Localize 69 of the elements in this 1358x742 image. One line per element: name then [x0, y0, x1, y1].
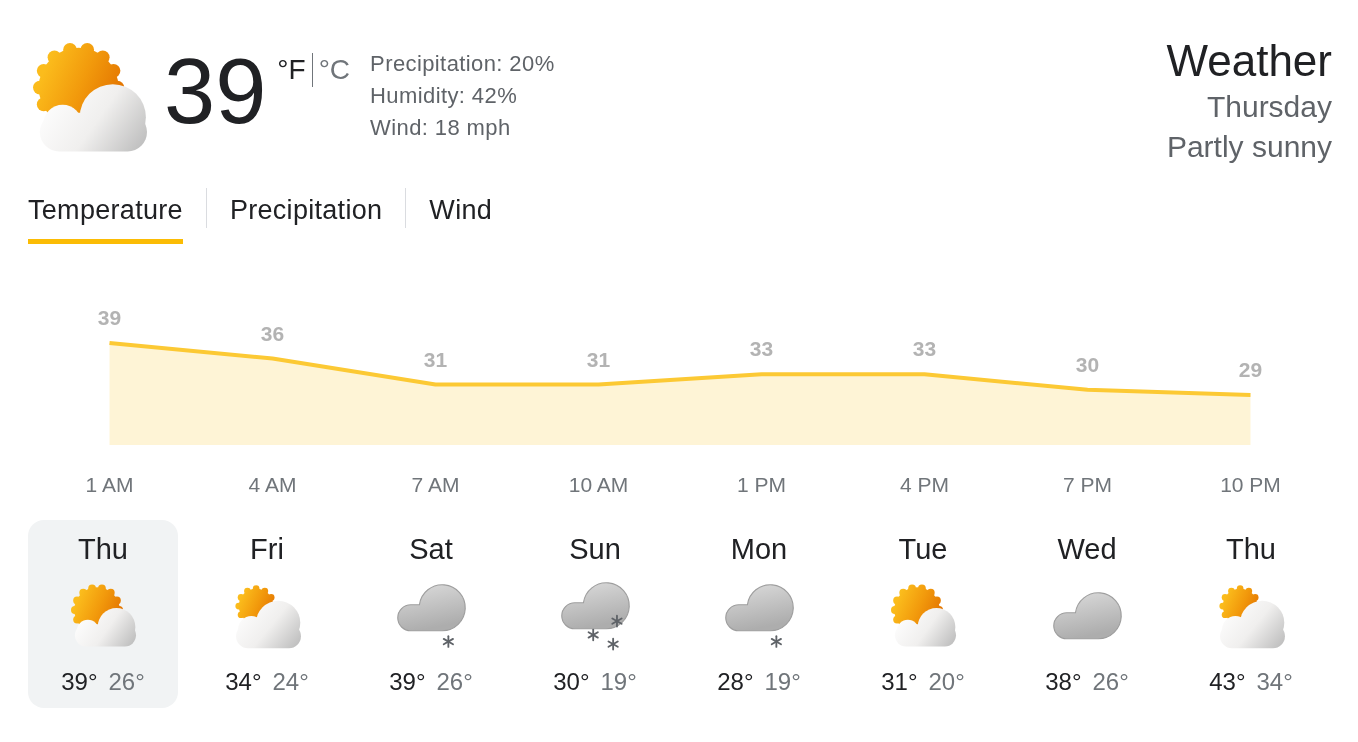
day-name: Tue — [898, 532, 948, 566]
low-temperature: 19° — [600, 668, 637, 696]
data-label: 31 — [586, 347, 611, 371]
data-label: 36 — [260, 321, 285, 345]
day-card[interactable]: Sun 30° 19° — [520, 520, 670, 708]
day-card[interactable]: Sat 39° 26° — [356, 520, 506, 708]
day-card[interactable]: Thu 39° 26° — [28, 520, 178, 708]
data-label: 31 — [423, 347, 448, 371]
sun-cloud-icon — [1217, 583, 1285, 649]
day-name: Wed — [1057, 532, 1117, 566]
axis-label: 4 AM — [248, 472, 297, 496]
sun-cloud-icon — [33, 42, 147, 153]
day-card[interactable]: Thu 43° 34° — [1176, 520, 1326, 708]
low-temperature: 24° — [272, 668, 309, 696]
data-label: 29 — [1238, 358, 1263, 381]
high-temperature: 34° — [225, 668, 262, 696]
axis-label: 1 PM — [737, 472, 786, 496]
sun-cloud-icon — [890, 584, 956, 648]
snow-cloud-icon — [724, 584, 794, 648]
weather-detail: Wind: 18 mph — [370, 114, 511, 142]
day-name: Thu — [1226, 532, 1276, 566]
condition-label: Partly sunny — [1166, 129, 1332, 165]
sun-cloud-icon — [70, 584, 136, 648]
cloud-icon — [1052, 592, 1122, 640]
day-name: Fri — [250, 532, 284, 566]
day-name: Sun — [569, 532, 621, 566]
axis-label: 10 AM — [568, 472, 629, 496]
high-temperature: 43° — [1209, 668, 1246, 696]
day-name: Thu — [78, 532, 128, 566]
weather-detail: Humidity: 42% — [370, 82, 518, 110]
unit-link[interactable]: °C — [318, 56, 351, 84]
chart-tab[interactable]: Precipitation — [229, 192, 383, 244]
high-temperature: 39° — [61, 668, 98, 696]
low-temperature: 20° — [928, 668, 965, 696]
data-label: 30 — [1075, 352, 1100, 376]
low-temperature: 34° — [1256, 668, 1293, 696]
low-temperature: 26° — [1092, 668, 1129, 696]
high-temperature: 31° — [881, 668, 918, 696]
data-label: 39 — [97, 306, 122, 329]
high-temperature: 28° — [717, 668, 754, 696]
day-card[interactable]: Tue 31° 20° — [848, 520, 998, 708]
axis-label: 1 AM — [85, 472, 134, 496]
day-name: Mon — [730, 532, 788, 566]
widget-title: Weather — [1166, 39, 1332, 83]
snow-cloud-icon — [560, 581, 630, 651]
axis-label: 4 PM — [900, 472, 949, 496]
axis-label: 7 PM — [1063, 472, 1112, 496]
day-card[interactable]: Wed 38° 26° — [1012, 520, 1162, 708]
axis-label: 10 PM — [1220, 472, 1281, 496]
sun-cloud-icon — [233, 583, 301, 649]
data-label: 33 — [749, 337, 774, 361]
axis-label: 7 AM — [411, 472, 460, 496]
high-temperature: 39° — [389, 668, 426, 696]
current-temperature: 39 — [164, 45, 267, 137]
unit-link[interactable]: °F — [277, 56, 306, 84]
low-temperature: 19° — [764, 668, 801, 696]
low-temperature: 26° — [108, 668, 145, 696]
high-temperature: 30° — [553, 668, 590, 696]
data-label: 33 — [912, 337, 937, 361]
low-temperature: 26° — [436, 668, 473, 696]
chart-tab[interactable]: Temperature — [28, 192, 183, 244]
chart-tab[interactable]: Wind — [429, 192, 493, 244]
day-name: Sat — [409, 532, 453, 566]
day-card[interactable]: Mon 28° 19° — [684, 520, 834, 708]
snow-cloud-icon — [396, 584, 466, 648]
weather-detail: Precipitation: 20% — [370, 50, 555, 78]
high-temperature: 38° — [1045, 668, 1082, 696]
day-label: Thursday — [1206, 89, 1332, 125]
day-card[interactable]: Fri 34° 24° — [192, 520, 342, 708]
